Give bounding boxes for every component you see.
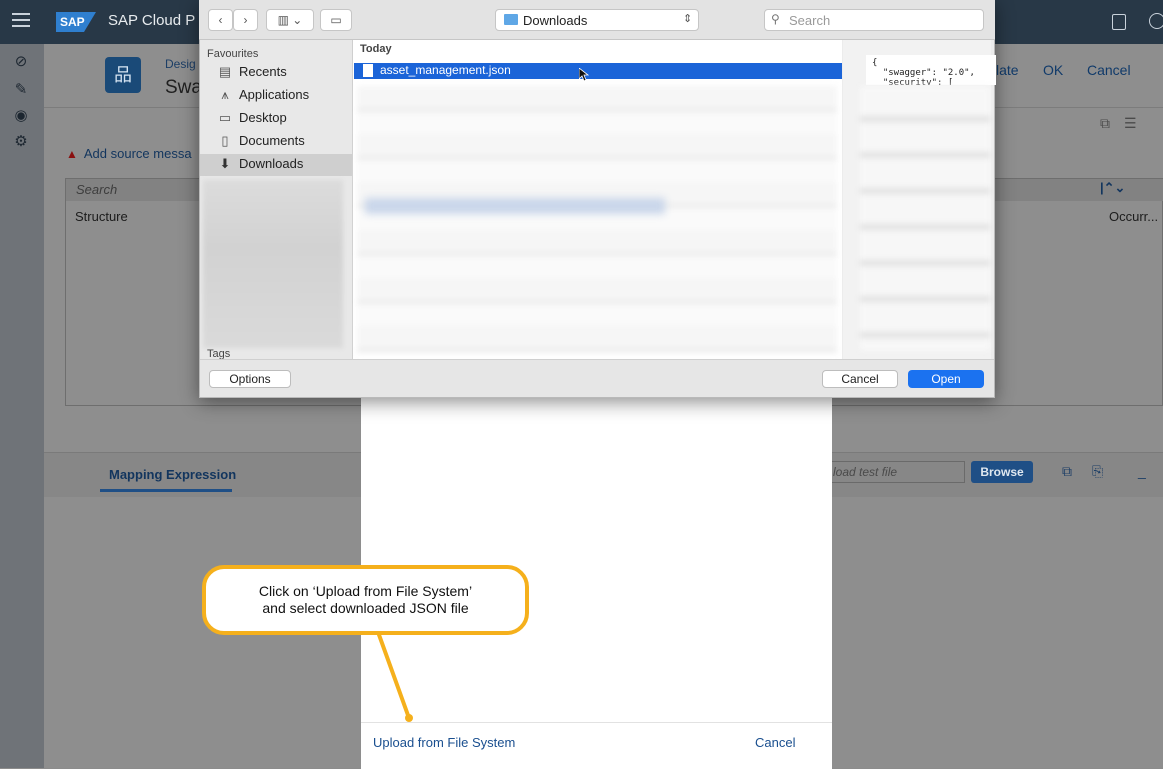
sidebar-item-recents[interactable]: ▤ Recents [217, 64, 287, 84]
favourites-heading: Favourites [207, 48, 259, 60]
sidebar-item-downloads[interactable]: ⬇ Downloads [217, 156, 304, 176]
new-folder-button[interactable]: ▭ [320, 9, 352, 31]
file-icon [363, 64, 373, 77]
blurred-sidebar-area [203, 180, 343, 348]
forward-button[interactable]: › [233, 9, 258, 31]
selected-file-name: asset_management.json [380, 63, 511, 77]
copy-icon[interactable]: ⧉ [1062, 463, 1072, 480]
sidebar-item-documents[interactable]: ▯ Documents [217, 133, 305, 153]
active-tab-indicator [100, 489, 232, 492]
sidebar-item-desktop[interactable]: ▭ Desktop [217, 110, 287, 130]
downloads-icon: ⬇ [219, 156, 231, 171]
location-label: Downloads [523, 13, 588, 28]
structure-search-input[interactable]: Search [76, 182, 117, 197]
cancel-button[interactable]: Cancel [1087, 62, 1131, 78]
instruction-callout: Click on ‘Upload from File System’ and s… [202, 565, 529, 635]
desktop-icon: ▭ [218, 110, 232, 125]
search-icon: ⚲ [771, 12, 780, 26]
message-mapping-icon: 品 [105, 57, 141, 93]
copy-icon[interactable]: ⧉ [1100, 115, 1110, 132]
test-file-input[interactable]: load test file [828, 461, 965, 483]
sidebar-item-label: Downloads [239, 156, 304, 171]
warning-icon: ▲ [66, 147, 78, 161]
sidebar-item-label: Applications [239, 87, 310, 102]
dialog-search-placeholder: Search [789, 13, 831, 28]
sidebar-item-label: Desktop [239, 110, 287, 125]
callout-line-2: and select downloaded JSON file [262, 600, 469, 616]
upload-from-file-system-button[interactable]: Upload from File System [373, 735, 515, 750]
back-button[interactable]: ‹ [208, 9, 233, 31]
settings-gears-icon[interactable]: ⚙ [8, 132, 34, 154]
mouse-cursor-icon [579, 68, 589, 82]
notifications-icon[interactable] [1112, 14, 1126, 30]
upload-cancel-button[interactable]: Cancel [755, 735, 795, 750]
sidebar-item-applications[interactable]: ⩚ Applications [217, 87, 309, 107]
options-button[interactable]: Options [209, 370, 291, 388]
open-button[interactable]: Open [908, 370, 984, 388]
dialog-cancel-button[interactable]: Cancel [822, 370, 898, 388]
recents-icon: ▤ [218, 64, 232, 79]
search-navigation[interactable]: |⌃⌄ [1100, 180, 1125, 196]
blurred-file-list [357, 86, 837, 354]
folder-icon [504, 14, 518, 25]
browse-button[interactable]: Browse [971, 461, 1033, 483]
table-view-icon[interactable]: ☰ [1124, 115, 1137, 132]
callout-pointer [376, 630, 413, 722]
warning-text: Add source messa [83, 146, 192, 161]
preview-text: { "swagger": "2.0", "security": [ [866, 55, 996, 85]
chevron-up-down-icon: ⇕ [683, 13, 693, 25]
menu-icon[interactable] [12, 13, 30, 31]
design-pencil-icon[interactable]: ✎ [8, 80, 34, 102]
view-mode-button[interactable]: ▥ ⌄ [266, 9, 314, 31]
sap-logo: SAP [56, 12, 96, 32]
sidebar-item-label: Recents [239, 64, 287, 79]
column-header-occurrence: Occurr... [1109, 209, 1159, 224]
section-header-today: Today [360, 43, 392, 55]
applications-icon: ⩚ [221, 87, 229, 102]
header-action-template[interactable]: late [996, 62, 1019, 78]
shell-title: SAP Cloud P [108, 12, 196, 29]
ok-button[interactable]: OK [1043, 62, 1063, 78]
minimize-icon[interactable]: _ [1138, 463, 1146, 479]
callout-line-1: Click on ‘Upload from File System’ [258, 583, 473, 599]
object-title: Swa [165, 77, 202, 98]
paste-icon[interactable]: ⎘ [1092, 463, 1103, 480]
documents-icon: ▯ [221, 133, 229, 148]
sidebar-item-label: Documents [239, 133, 305, 148]
monitor-eye-icon[interactable]: ◉ [8, 106, 34, 128]
column-header-structure: Structure [75, 209, 128, 224]
warning-message[interactable]: ▲ Add source messa [66, 146, 192, 161]
user-avatar-icon[interactable] [1149, 13, 1163, 29]
left-navigation: ⊘ ✎ ◉ ⚙ [0, 44, 44, 768]
object-subtitle: Desig [165, 57, 196, 71]
blurred-file-row [365, 198, 665, 214]
tab-mapping-expression[interactable]: Mapping Expression [109, 467, 236, 482]
discover-icon[interactable]: ⊘ [8, 52, 34, 74]
blurred-preview-details [860, 86, 990, 351]
